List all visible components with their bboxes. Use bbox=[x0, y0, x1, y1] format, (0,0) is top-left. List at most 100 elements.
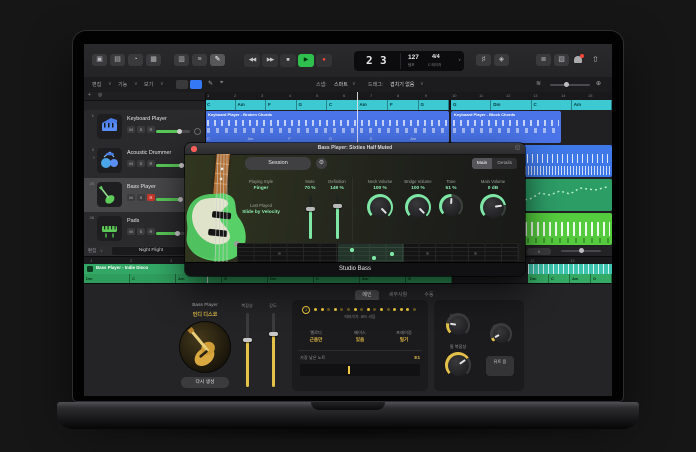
view-main-button[interactable]: Main bbox=[472, 158, 492, 169]
chord-cell[interactable]: Am bbox=[572, 100, 612, 110]
chord-track-right[interactable]: G Dm C Am bbox=[451, 100, 612, 110]
volume-slider[interactable] bbox=[156, 130, 190, 133]
fill-amount-knob[interactable] bbox=[446, 313, 470, 337]
strip-chord-cell[interactable]: G bbox=[591, 274, 612, 283]
pattern-dots[interactable] bbox=[314, 308, 416, 311]
definition-slider[interactable] bbox=[336, 195, 339, 239]
editors-icon[interactable]: ≡ bbox=[192, 54, 207, 66]
region-broken-chords[interactable]: Keyboard Player - Broken Chords CAm FG C… bbox=[205, 111, 449, 143]
forward-button[interactable]: ▶▶ bbox=[262, 54, 278, 67]
share-icon[interactable]: ⇧ bbox=[588, 54, 603, 66]
quick-help-icon[interactable]: ▣ bbox=[92, 54, 107, 66]
zoom-in-icon[interactable]: ⊕ bbox=[596, 80, 601, 87]
mute-button[interactable]: M bbox=[127, 228, 135, 235]
chord-cell[interactable]: Am bbox=[236, 100, 267, 110]
rewind-button[interactable]: ◀◀ bbox=[244, 54, 260, 67]
zoom-tool-icon[interactable]: ⌖ bbox=[220, 80, 223, 87]
pencil-tool-icon[interactable]: ✎ bbox=[210, 54, 225, 66]
region-block-chords[interactable]: Keyboard Player - Block Chords bbox=[451, 111, 561, 143]
stop-button[interactable]: ■ bbox=[280, 54, 296, 67]
record-button[interactable]: ● bbox=[316, 54, 332, 67]
track-row-keyboard-player[interactable]: 1 Keyboard Player M S R bbox=[84, 110, 205, 145]
strip-chord-cell[interactable]: C bbox=[130, 274, 176, 283]
melody-popup[interactable]: 근음만 bbox=[296, 337, 336, 343]
lowest-note-value[interactable]: E1 bbox=[414, 355, 420, 360]
chord-cell[interactable]: F bbox=[388, 100, 419, 110]
inspector-icon[interactable]: ◔ bbox=[128, 54, 143, 66]
dead-notes-button[interactable]: 뮤트 음 bbox=[486, 356, 514, 376]
chord-cell[interactable]: G bbox=[419, 100, 450, 110]
bridge-volume-knob[interactable] bbox=[405, 194, 431, 220]
link-icon[interactable]: ◱ bbox=[515, 145, 520, 151]
master-assistant-icon[interactable]: ◈ bbox=[494, 54, 509, 66]
solo-button[interactable]: S bbox=[137, 228, 145, 235]
solo-button[interactable]: S bbox=[137, 126, 145, 133]
add-track-icon[interactable]: + bbox=[88, 92, 91, 98]
chord-cell[interactable]: C bbox=[327, 100, 358, 110]
phrasing-popup[interactable]: 밀기 bbox=[384, 337, 424, 343]
fill-complexity-knob[interactable] bbox=[445, 352, 471, 378]
strip-chord-cell[interactable]: Dm bbox=[528, 274, 549, 283]
region-tool-icon[interactable] bbox=[176, 80, 188, 89]
zoom-slider-thumb[interactable] bbox=[564, 82, 569, 87]
tuner-icon[interactable]: ♯ bbox=[476, 54, 491, 66]
strip-chord-cell[interactable]: Am bbox=[570, 274, 591, 283]
waveform-zoom-icon[interactable]: ≋ bbox=[536, 80, 541, 87]
division-popup[interactable]: ∨ bbox=[527, 248, 551, 255]
neck-volume-knob[interactable] bbox=[367, 194, 393, 220]
record-enable-button[interactable]: R bbox=[147, 160, 155, 167]
plugin-window[interactable]: Bass Player: Sixties Half Muted ◱ bbox=[185, 143, 525, 276]
record-enable-button[interactable]: R bbox=[147, 194, 155, 201]
mute-slider[interactable] bbox=[309, 195, 312, 239]
gear-icon[interactable]: ⚙ bbox=[316, 158, 327, 169]
playing-style-popup[interactable]: Finger bbox=[239, 186, 283, 191]
record-enable-button[interactable]: R bbox=[147, 126, 155, 133]
bass-popup[interactable]: 있음 bbox=[340, 337, 380, 343]
pan-knob[interactable] bbox=[194, 128, 201, 135]
snap-value[interactable]: 스마트 bbox=[334, 81, 348, 88]
strip-chord-cell[interactable]: Dm bbox=[84, 274, 130, 283]
lowest-note-slider[interactable] bbox=[300, 364, 420, 376]
chord-cell[interactable]: C bbox=[532, 100, 572, 110]
mute-button[interactable]: M bbox=[127, 194, 135, 201]
tone-knob[interactable] bbox=[439, 194, 463, 218]
chord-cell[interactable]: Dm bbox=[491, 100, 531, 110]
record-enable-button[interactable]: R bbox=[147, 228, 155, 235]
hzoom-thumb[interactable] bbox=[579, 248, 584, 253]
chord-cell[interactable]: F bbox=[266, 100, 297, 110]
chord-cell[interactable]: Am bbox=[358, 100, 389, 110]
mixer-icon[interactable]: ▥ bbox=[174, 54, 189, 66]
edit-menu[interactable]: 편집 bbox=[88, 248, 96, 254]
menu-edit[interactable]: 편집 bbox=[92, 81, 101, 88]
smart-controls-icon[interactable]: ▦ bbox=[146, 54, 161, 66]
chord-cell[interactable]: G bbox=[297, 100, 328, 110]
lcd-display[interactable]: 2 3 127 템포 4/4 C 메이저 ∨ bbox=[354, 51, 464, 71]
zoom-slider[interactable] bbox=[550, 84, 590, 86]
bass-chord-row-right[interactable]: Dm C Am G bbox=[528, 274, 612, 283]
disclosure-icon[interactable]: › bbox=[93, 155, 95, 161]
library-icon[interactable]: ▤ bbox=[110, 54, 125, 66]
chord-track-left[interactable]: C Am F G C Am F G bbox=[205, 100, 449, 110]
strip-chord-cell[interactable]: C bbox=[549, 274, 570, 283]
player-avatar[interactable] bbox=[179, 321, 231, 373]
list-editors-icon[interactable]: ≣ bbox=[536, 54, 551, 66]
preset-popup[interactable]: Session bbox=[245, 157, 311, 170]
marquee-tool-icon[interactable] bbox=[190, 80, 202, 89]
main-volume-knob[interactable] bbox=[480, 194, 506, 220]
lowest-note-thumb[interactable] bbox=[348, 366, 350, 374]
solo-button[interactable]: S bbox=[137, 194, 145, 201]
menu-view[interactable]: 보기 bbox=[144, 81, 153, 88]
note-pads-icon[interactable]: ▧ bbox=[554, 54, 569, 66]
chord-cell[interactable]: C bbox=[205, 100, 236, 110]
chord-cell[interactable]: G bbox=[451, 100, 491, 110]
drag-value[interactable]: 겹치기 없음 bbox=[390, 81, 414, 88]
mute-button[interactable]: M bbox=[127, 160, 135, 167]
menu-functions[interactable]: 기능 bbox=[118, 81, 127, 88]
pads-strip-right[interactable] bbox=[528, 264, 612, 274]
view-details-button[interactable]: Details bbox=[492, 158, 517, 169]
regenerate-button[interactable]: 다시 생성 bbox=[181, 377, 229, 388]
play-button[interactable]: ▶ bbox=[298, 54, 314, 67]
solo-button[interactable]: S bbox=[137, 160, 145, 167]
pencil-icon[interactable]: ✎ bbox=[208, 80, 213, 87]
playhead[interactable] bbox=[357, 92, 358, 143]
